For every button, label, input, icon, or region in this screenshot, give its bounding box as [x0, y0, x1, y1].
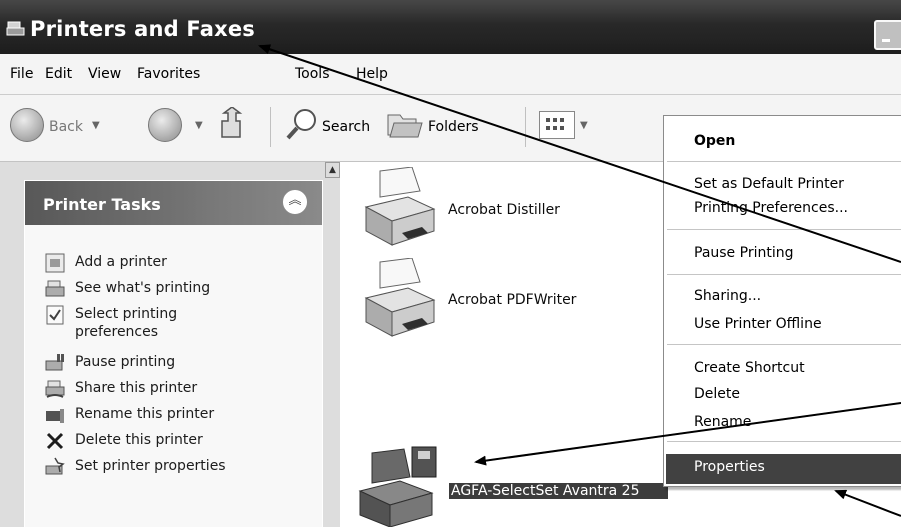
forward-arrow-icon[interactable]: [148, 108, 182, 142]
up-folder-icon[interactable]: [218, 107, 246, 141]
ctx-delete[interactable]: Delete: [694, 386, 740, 402]
task-label: See what's printing: [75, 280, 211, 296]
selected-printer-icon[interactable]: [356, 443, 440, 527]
back-button-label[interactable]: Back: [49, 119, 83, 135]
forward-dropdown-icon[interactable]: ▼: [195, 120, 203, 131]
task-label: Share this printer: [75, 380, 198, 396]
ctx-properties[interactable]: Properties: [694, 459, 765, 475]
pause-printer-icon: [45, 354, 64, 371]
printer-queue-icon: [45, 280, 65, 297]
scroll-up-arrow-icon[interactable]: ▲: [325, 162, 340, 178]
back-dropdown-icon[interactable]: ▼: [92, 120, 100, 131]
rename-printer-icon: [46, 409, 64, 423]
menu-help[interactable]: Help: [356, 66, 388, 82]
printer-properties-icon: [45, 457, 65, 475]
menu-separator: [667, 344, 901, 345]
menu-file[interactable]: File: [10, 66, 33, 82]
minimize-icon: [882, 39, 890, 42]
ctx-open[interactable]: Open: [694, 133, 735, 149]
task-label: Delete this printer: [75, 432, 203, 448]
menu-favorites[interactable]: Favorites: [137, 66, 200, 82]
window-title: Printers and Faxes: [30, 17, 255, 41]
toolbar-separator: [270, 107, 271, 147]
collapse-chevron-icon[interactable]: ︽: [282, 189, 308, 215]
printer-name-acrobat-pdfwriter[interactable]: Acrobat PDFWriter: [448, 292, 576, 308]
task-pane: Printer Tasks ︽ Add a printer See what's…: [0, 162, 340, 527]
task-label: Set printer properties: [75, 458, 226, 474]
printer-tasks-panel: Printer Tasks ︽ Add a printer See what's…: [24, 180, 323, 527]
ctx-pause-printing[interactable]: Pause Printing: [694, 245, 793, 261]
ctx-set-default-printer[interactable]: Set as Default Printer: [694, 176, 844, 192]
menu-bar: File Edit View Favorites Tools Help: [0, 54, 901, 95]
printer-name-acrobat-distiller[interactable]: Acrobat Distiller: [448, 202, 560, 218]
menu-separator: [667, 441, 901, 442]
back-arrow-icon[interactable]: [10, 108, 44, 142]
menu-separator: [667, 161, 901, 162]
menu-tools[interactable]: Tools: [295, 66, 330, 82]
ctx-sharing[interactable]: Sharing...: [694, 288, 761, 304]
printer-folder-icon: [6, 21, 25, 36]
ctx-rename[interactable]: Rename: [694, 414, 751, 430]
search-icon[interactable]: [285, 107, 319, 141]
menu-view[interactable]: View: [88, 66, 121, 82]
ctx-create-shortcut[interactable]: Create Shortcut: [694, 360, 805, 376]
printer-icon[interactable]: [362, 258, 438, 338]
ctx-use-printer-offline[interactable]: Use Printer Offline: [694, 316, 822, 332]
printer-tasks-title: Printer Tasks: [43, 195, 161, 214]
menu-separator: [667, 274, 901, 275]
context-menu: Open Set as Default Printer Printing Pre…: [663, 115, 901, 487]
ctx-printing-preferences[interactable]: Printing Preferences...: [694, 200, 848, 216]
menu-edit[interactable]: Edit: [45, 66, 72, 82]
printers-and-faxes-window: Printers and Faxes File Edit View Favori…: [0, 0, 901, 527]
add-printer-icon: [45, 253, 65, 273]
printer-name-agfa-selected[interactable]: AGFA-SelectSet Avantra 25: [449, 483, 668, 499]
menu-separator: [667, 229, 901, 230]
title-bar[interactable]: Printers and Faxes: [0, 0, 901, 54]
minimize-button[interactable]: [874, 20, 901, 50]
printer-icon[interactable]: [362, 167, 438, 247]
task-label-line2: preferences: [75, 324, 159, 340]
share-printer-icon: [45, 380, 65, 398]
toolbar-separator: [525, 107, 526, 147]
preferences-icon: [46, 305, 64, 325]
views-dropdown-icon[interactable]: ▼: [580, 120, 588, 131]
task-label: Select printing: [75, 306, 178, 322]
delete-x-icon: [46, 432, 64, 450]
task-label: Rename this printer: [75, 406, 215, 422]
printer-tasks-header[interactable]: Printer Tasks ︽: [25, 181, 322, 225]
folders-icon[interactable]: [386, 109, 424, 139]
folders-button-label[interactable]: Folders: [428, 119, 479, 135]
search-button-label[interactable]: Search: [322, 119, 370, 135]
views-icon[interactable]: [539, 111, 575, 139]
task-label: Add a printer: [75, 254, 167, 270]
task-label: Pause printing: [75, 354, 176, 370]
